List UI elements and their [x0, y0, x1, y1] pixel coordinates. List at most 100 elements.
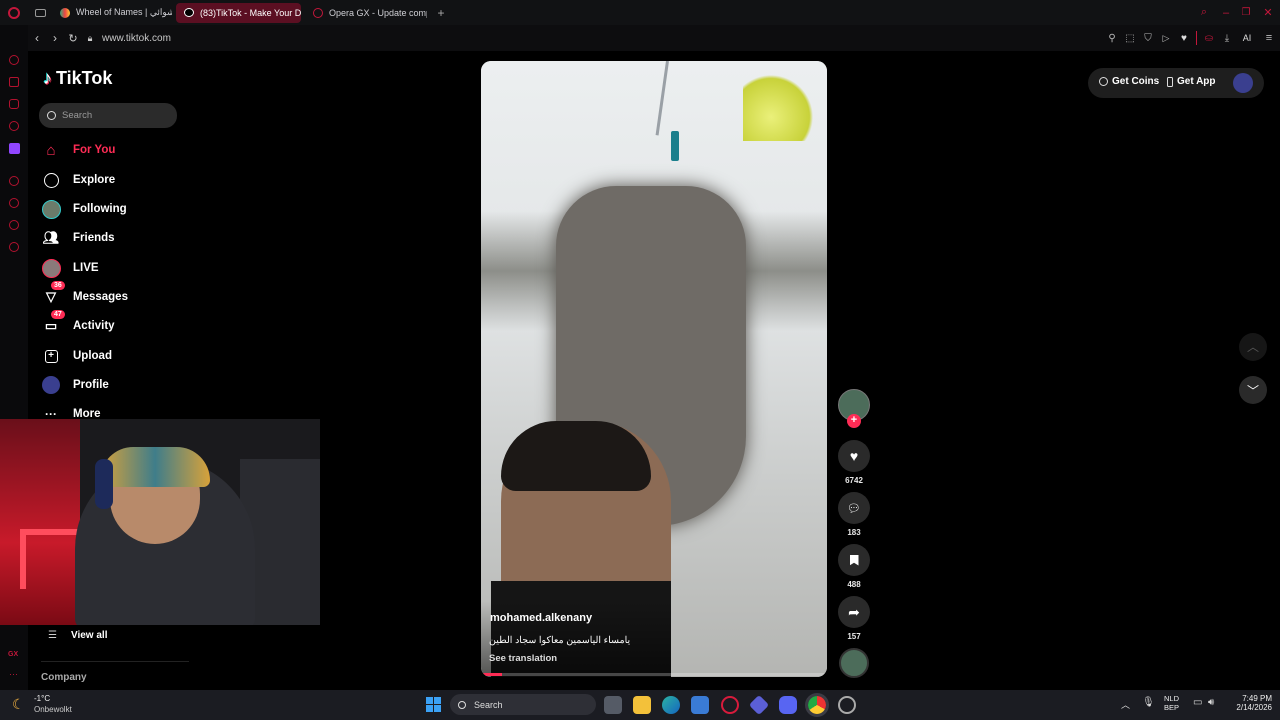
tab-label: (83)TikTok - Make Your D	[200, 7, 301, 18]
browser-tab-bar: Wheel of Names | العشوائي (83)TikTok - M…	[0, 0, 1280, 25]
weather-icon[interactable]: ☾	[12, 696, 25, 713]
edge-icon[interactable]	[662, 696, 680, 714]
start-button[interactable]	[426, 697, 441, 712]
heart-icon: ♥	[849, 448, 859, 464]
nav-live[interactable]: LIVE	[41, 258, 99, 278]
opera-favicon-icon	[313, 7, 323, 18]
previous-video-button[interactable]: ︿	[1239, 333, 1267, 361]
bookmark-icon	[849, 554, 859, 566]
search-placeholder: Search	[62, 110, 93, 121]
volume-icon[interactable]: 🔊︎	[1208, 697, 1214, 708]
nav-profile[interactable]: Profile	[41, 375, 109, 395]
microphone-icon[interactable]: 🎙︎	[1142, 697, 1155, 708]
tab-opera-gx[interactable]: Opera GX - Update compl	[305, 3, 427, 23]
video-player[interactable]: mohamed.alkenany يامساء الياسمين معاكوا …	[481, 61, 827, 677]
music-disc-avatar[interactable]	[839, 648, 869, 678]
get-app-button[interactable]: Get App	[1167, 76, 1216, 87]
save-button[interactable]	[838, 544, 870, 576]
new-tab-button[interactable]: +	[431, 6, 451, 20]
maximize-button[interactable]: ❐	[1236, 7, 1256, 18]
nav-explore[interactable]: Explore	[41, 170, 115, 190]
see-translation-link[interactable]: See translation	[489, 653, 557, 664]
share-button[interactable]: ➦	[838, 596, 870, 628]
search-tabs-icon[interactable]: ⌕	[1192, 6, 1216, 19]
phone-icon	[1167, 76, 1173, 87]
instagram-icon[interactable]	[9, 99, 19, 109]
nav-for-you[interactable]: ⌂ For You	[41, 140, 115, 160]
pin-icon[interactable]: ⚲	[1103, 33, 1121, 44]
time: 7:49 PM	[1242, 694, 1272, 703]
menu-icon[interactable]: ≡	[1258, 32, 1280, 44]
opera-gx-taskbar-icon[interactable]	[721, 696, 739, 714]
follow-button[interactable]: +	[847, 414, 861, 428]
whatsapp-icon[interactable]	[9, 121, 19, 131]
snapshot-icon[interactable]: ⬚	[1121, 33, 1139, 44]
steam-icon[interactable]	[838, 696, 856, 714]
nav-activity[interactable]: ▭ 47 Activity	[41, 310, 115, 336]
tray-chevron-icon[interactable]: ︿	[1121, 698, 1130, 711]
video-username[interactable]: mohamed.alkenany	[490, 612, 592, 624]
tiktok-logo[interactable]: ♪ TikTok	[43, 68, 112, 89]
task-view-icon[interactable]	[604, 696, 622, 714]
nav-following[interactable]: Following	[41, 199, 127, 219]
rail-more-icon[interactable]: ···	[9, 669, 18, 679]
tiktok-favicon-icon	[184, 8, 194, 17]
heart-icon[interactable]: ♥	[1175, 33, 1193, 44]
messages-icon: ▽ 36	[41, 281, 65, 307]
clock[interactable]: 7:49 PM 2/14/2026	[1224, 694, 1272, 712]
reload-icon[interactable]: ↻	[64, 32, 82, 45]
shield-icon[interactable]: ⛉	[1139, 33, 1157, 44]
get-coins-button[interactable]: Get Coins	[1099, 76, 1159, 87]
wallet-icon[interactable]: ⛀	[1200, 33, 1218, 44]
back-icon[interactable]: ‹	[28, 31, 46, 45]
user-avatar[interactable]	[1233, 73, 1253, 93]
gx-icon[interactable]: GX	[8, 651, 18, 658]
like-button[interactable]: ♥	[838, 440, 870, 472]
discord-icon[interactable]	[779, 696, 797, 714]
tab-tiktok[interactable]: (83)TikTok - Make Your D	[176, 2, 301, 23]
player-icon[interactable]	[9, 55, 19, 65]
share-icon: ➦	[848, 603, 860, 620]
nav-label: Profile	[73, 379, 109, 391]
nav-label: Upload	[73, 350, 112, 362]
taskbar-search[interactable]: Search	[450, 694, 596, 715]
comment-icon: 💬︎	[847, 502, 861, 515]
file-explorer-icon[interactable]	[633, 696, 651, 714]
forward-icon[interactable]: ›	[46, 31, 64, 45]
company-link[interactable]: Company	[41, 672, 87, 683]
nav-friends[interactable]: 👥︎ Friends	[41, 228, 115, 248]
weather-desc[interactable]: Onbewolkt	[34, 705, 72, 714]
next-video-button[interactable]: ﹀	[1239, 376, 1267, 404]
search-input[interactable]: Search	[39, 103, 177, 128]
messenger-icon[interactable]	[9, 77, 19, 87]
clock-icon[interactable]	[9, 198, 19, 208]
play-icon[interactable]: ▷	[1157, 33, 1175, 44]
video-progress-track[interactable]	[481, 673, 827, 676]
tab-overview-icon[interactable]	[28, 8, 52, 17]
wheel-favicon-icon	[60, 7, 70, 18]
close-window-button[interactable]: ✕	[1256, 6, 1280, 19]
opera-logo-icon[interactable]	[0, 6, 28, 19]
tab-wheel-of-names[interactable]: Wheel of Names | العشوائي	[52, 3, 172, 23]
history-icon[interactable]	[9, 176, 19, 186]
settings-icon[interactable]	[9, 242, 19, 252]
weather-temp[interactable]: -1°C	[34, 694, 50, 703]
display-icon[interactable]: ▭	[1193, 697, 1202, 708]
view-all-link[interactable]: ☰ View all	[48, 630, 107, 641]
extensions-icon[interactable]	[9, 220, 19, 230]
twitch-icon[interactable]	[8, 143, 20, 154]
layout-code: BEP	[1164, 703, 1180, 712]
ai-button[interactable]: AI	[1236, 33, 1258, 43]
nav-label: Messages	[73, 291, 128, 303]
nav-messages[interactable]: ▽ 36 Messages	[41, 281, 128, 307]
store-icon[interactable]	[691, 696, 709, 714]
comment-button[interactable]: 💬︎	[838, 492, 870, 524]
minimize-button[interactable]: –	[1216, 7, 1236, 19]
chrome-icon[interactable]	[805, 693, 829, 717]
divider	[41, 661, 189, 662]
nav-upload[interactable]: + Upload	[41, 346, 112, 366]
video-caption: يامساء الياسمين معاكوا سجاد الطين	[489, 635, 631, 646]
url-field[interactable]: www.tiktok.com	[102, 33, 171, 44]
language-indicator[interactable]: NLD BEP	[1164, 694, 1179, 712]
download-icon[interactable]: ⤓	[1218, 33, 1236, 44]
